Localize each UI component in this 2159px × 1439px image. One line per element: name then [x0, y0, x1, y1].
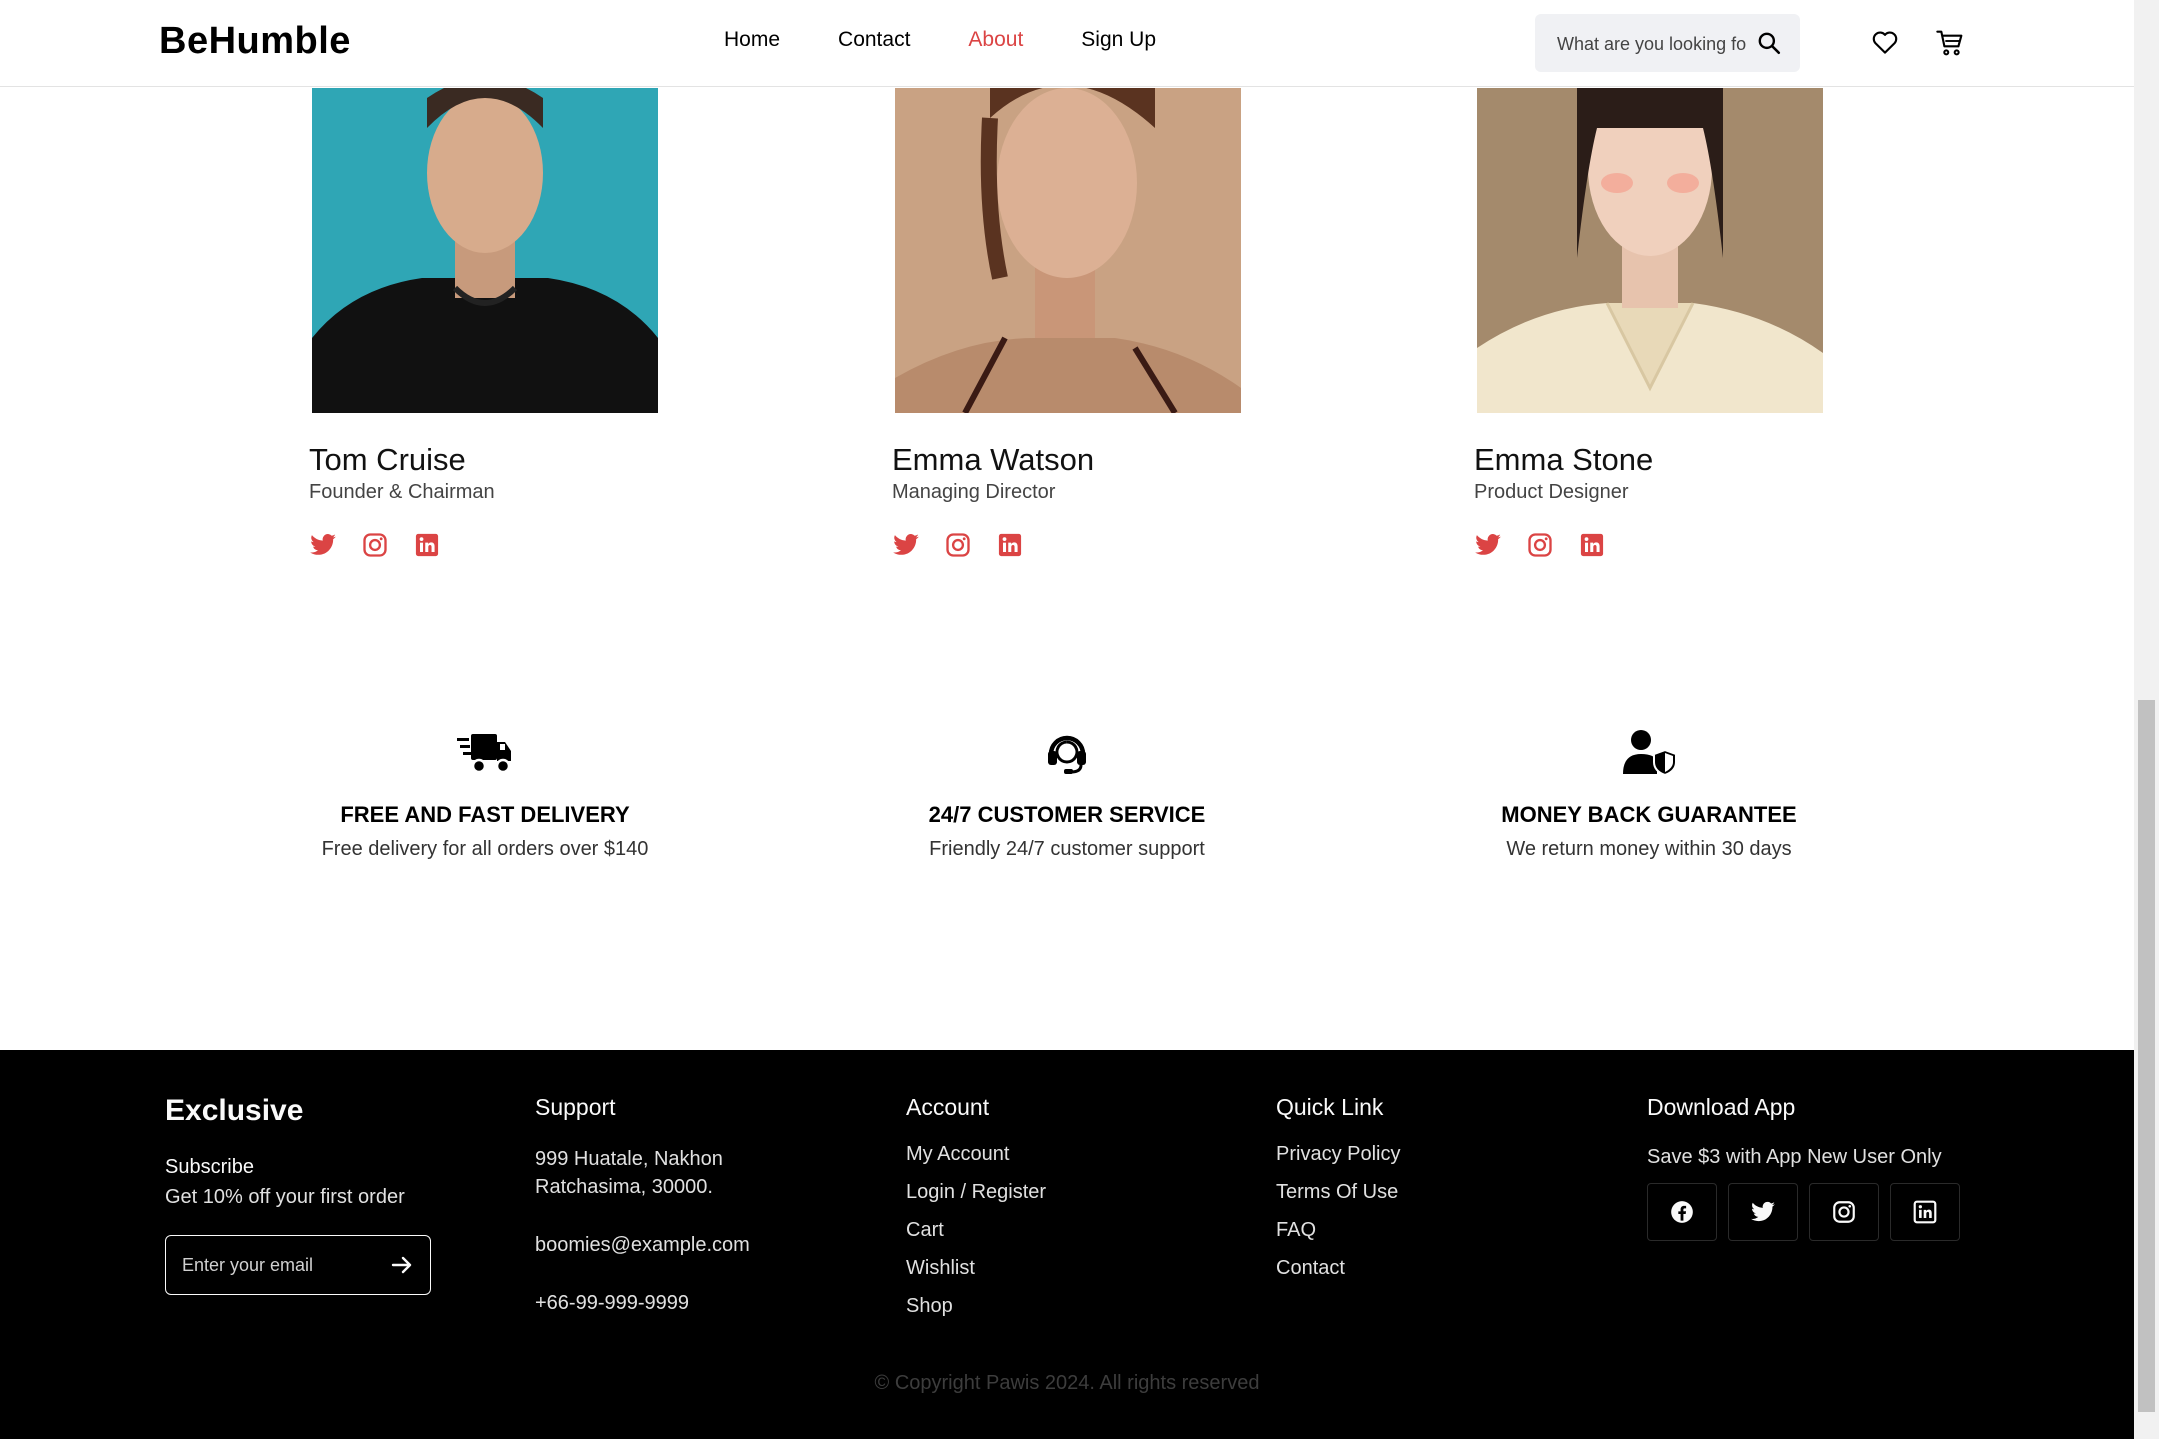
linkedin-icon[interactable] — [1578, 531, 1606, 564]
quick-links: Privacy Policy Terms Of Use FAQ Contact — [1276, 1135, 1400, 1287]
footer-col-download: Download App Save $3 with App New User O… — [1647, 1094, 1960, 1241]
member-socials-3 — [1474, 531, 1606, 564]
service-title: MONEY BACK GUARANTEE — [1501, 802, 1797, 827]
twitter-icon[interactable] — [1728, 1183, 1798, 1241]
linkedin-icon[interactable] — [996, 531, 1024, 564]
instagram-icon[interactable] — [361, 531, 389, 564]
main-nav: Home Contact About Sign Up — [724, 28, 1156, 52]
member-socials-1 — [309, 531, 441, 564]
subscribe-form — [165, 1235, 431, 1295]
twitter-icon[interactable] — [892, 531, 920, 564]
link-cart[interactable]: Cart — [906, 1211, 1046, 1249]
download-title: Download App — [1647, 1094, 1796, 1120]
service-description: We return money within 30 days — [1506, 838, 1792, 860]
support-address-line2: Ratchasima, 30000. — [535, 1176, 713, 1198]
cart-icon[interactable] — [1934, 27, 1966, 64]
footer-brand: Exclusive — [165, 1094, 304, 1127]
email-input[interactable] — [180, 1236, 374, 1295]
nav-about[interactable]: About — [968, 28, 1023, 52]
nav-contact[interactable]: Contact — [838, 28, 910, 52]
nav-home[interactable]: Home — [724, 28, 780, 52]
service-customer: 24/7 CUSTOMER SERVICE Friendly 24/7 cust… — [817, 728, 1317, 861]
nav-sign-up[interactable]: Sign Up — [1081, 28, 1156, 52]
service-title: FREE AND FAST DELIVERY — [340, 802, 630, 827]
search-box — [1535, 14, 1800, 74]
heart-icon[interactable] — [1870, 27, 1900, 62]
site-footer: Exclusive Subscribe Get 10% off your fir… — [0, 1050, 2134, 1439]
support-phone[interactable]: +66-99-999-9999 — [535, 1289, 750, 1317]
search-icon[interactable] — [1756, 30, 1782, 61]
member-name-1: Tom Cruise — [309, 442, 466, 477]
brand-logo[interactable]: BeHumble — [159, 20, 351, 63]
link-wishlist[interactable]: Wishlist — [906, 1249, 1046, 1287]
service-guarantee: MONEY BACK GUARANTEE We return money wit… — [1399, 728, 1899, 861]
service-description: Free delivery for all orders over $140 — [321, 838, 649, 860]
subscribe-text: Get 10% off your first order — [165, 1186, 405, 1208]
copyright-text: © Copyright Pawis 2024. All rights reser… — [874, 1372, 1260, 1394]
page-scrollbar[interactable] — [2134, 0, 2159, 1439]
member-name-3: Emma Stone — [1474, 442, 1654, 477]
site-header: BeHumble Home Contact About Sign Up — [0, 0, 2134, 87]
footer-col-subscribe: Exclusive Subscribe Get 10% off your fir… — [165, 1094, 431, 1295]
search-input[interactable] — [1555, 14, 1749, 74]
member-socials-2 — [892, 531, 1024, 564]
linkedin-icon[interactable] — [413, 531, 441, 564]
linkedin-icon[interactable] — [1890, 1183, 1960, 1241]
scrollbar-thumb[interactable] — [2138, 700, 2155, 1412]
link-my-account[interactable]: My Account — [906, 1135, 1046, 1173]
link-faq[interactable]: FAQ — [1276, 1211, 1400, 1249]
support-address-line1: 999 Huatale, Nakhon — [535, 1148, 723, 1170]
send-arrow-icon[interactable] — [390, 1253, 414, 1282]
footer-col-support: Support 999 Huatale, Nakhon Ratchasima, … — [535, 1094, 750, 1317]
member-photo-3 — [1477, 88, 1823, 413]
service-description: Friendly 24/7 customer support — [929, 838, 1205, 860]
member-role-2: Managing Director — [892, 481, 1056, 503]
instagram-icon[interactable] — [1526, 531, 1554, 564]
account-title: Account — [906, 1094, 990, 1120]
user-shield-icon — [1399, 728, 1899, 780]
quick-link-title: Quick Link — [1276, 1094, 1384, 1120]
instagram-icon[interactable] — [1809, 1183, 1879, 1241]
instagram-icon[interactable] — [944, 531, 972, 564]
link-login-register[interactable]: Login / Register — [906, 1173, 1046, 1211]
footer-col-quick-link: Quick Link Privacy Policy Terms Of Use F… — [1276, 1094, 1400, 1287]
facebook-icon[interactable] — [1647, 1183, 1717, 1241]
support-email[interactable]: boomies@example.com — [535, 1231, 750, 1259]
support-title: Support — [535, 1094, 616, 1120]
footer-col-account: Account My Account Login / Register Cart… — [906, 1094, 1046, 1325]
member-photo-1 — [312, 88, 658, 413]
link-contact[interactable]: Contact — [1276, 1249, 1400, 1287]
twitter-icon[interactable] — [1474, 531, 1502, 564]
link-terms-of-use[interactable]: Terms Of Use — [1276, 1173, 1400, 1211]
service-title: 24/7 CUSTOMER SERVICE — [928, 802, 1206, 827]
member-name-2: Emma Watson — [892, 442, 1095, 477]
member-photo-2 — [895, 88, 1241, 413]
member-role-1: Founder & Chairman — [309, 481, 495, 503]
link-privacy-policy[interactable]: Privacy Policy — [1276, 1135, 1400, 1173]
link-shop[interactable]: Shop — [906, 1287, 1046, 1325]
delivery-truck-icon — [235, 728, 735, 780]
headset-icon — [817, 728, 1317, 780]
download-text: Save $3 with App New User Only — [1647, 1146, 1942, 1168]
member-role-3: Product Designer — [1474, 481, 1629, 503]
service-delivery: FREE AND FAST DELIVERY Free delivery for… — [235, 728, 735, 861]
subscribe-title: Subscribe — [165, 1156, 254, 1178]
twitter-icon[interactable] — [309, 531, 337, 564]
footer-social-icons — [1647, 1183, 1960, 1241]
account-links: My Account Login / Register Cart Wishlis… — [906, 1135, 1046, 1325]
